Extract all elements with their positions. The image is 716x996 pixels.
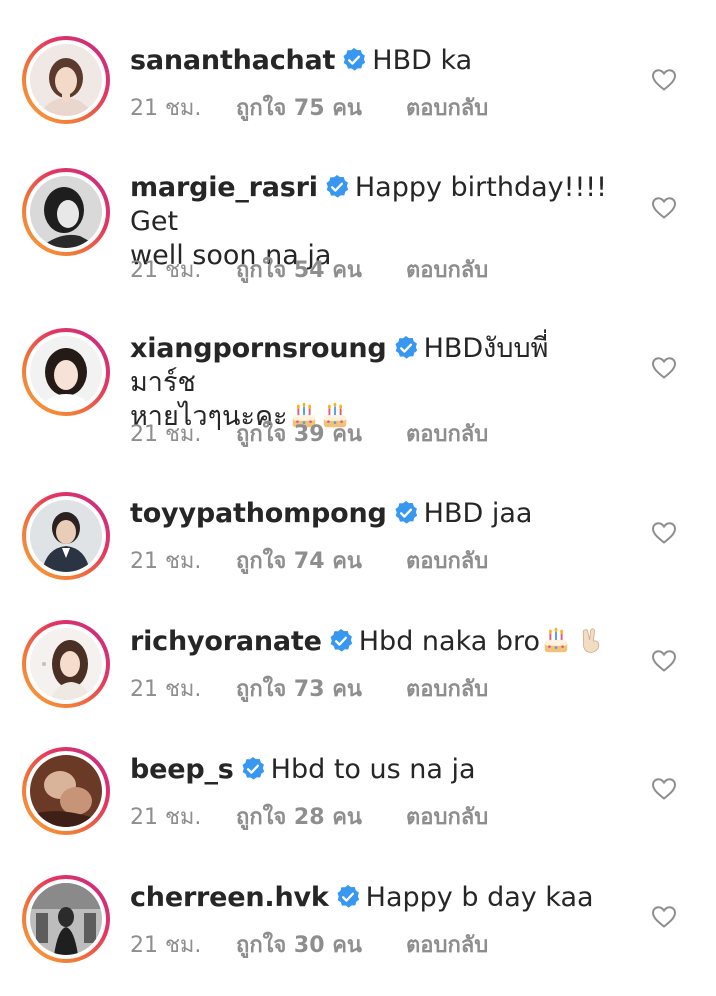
avatar-image xyxy=(30,628,102,700)
comment-username[interactable]: sananthachat xyxy=(130,45,335,76)
comment-text: HBD jaa xyxy=(423,498,533,529)
avatar-story-ring[interactable] xyxy=(22,36,110,124)
comment-meta: 21 ชม. ถูกใจ 54 คน ตอบกลับ xyxy=(130,252,488,287)
comment-meta: 21 ชม. ถูกใจ 73 คน ตอบกลับ xyxy=(130,671,488,706)
avatar[interactable] xyxy=(30,883,102,955)
avatar-image xyxy=(30,336,102,408)
avatar-frame xyxy=(26,332,106,412)
avatar-image xyxy=(30,44,102,116)
comment-text: Hbd to us na ja xyxy=(270,754,476,785)
avatar[interactable] xyxy=(30,176,102,248)
avatar-story-ring[interactable] xyxy=(22,747,110,835)
avatar-story-ring[interactable] xyxy=(22,492,110,580)
verified-badge-icon xyxy=(335,884,361,910)
heart-outline-icon[interactable] xyxy=(651,521,677,545)
avatar-frame xyxy=(26,496,106,576)
comment-username[interactable]: xiangpornsroung xyxy=(130,333,387,364)
comment-meta: 21 ชม. ถูกใจ 74 คน ตอบกลับ xyxy=(130,543,488,578)
comment-body: toyypathompong HBD jaa xyxy=(130,497,610,531)
avatar[interactable] xyxy=(30,44,102,116)
comment-time: 21 ชม. xyxy=(130,677,202,702)
comment-meta: 21 ชม. ถูกใจ 28 คน ตอบกลับ xyxy=(130,799,488,834)
avatar[interactable] xyxy=(30,500,102,572)
reply-button[interactable]: ตอบกลับ xyxy=(406,543,488,578)
comment-meta: 21 ชม. ถูกใจ 39 คน ตอบกลับ xyxy=(130,416,488,451)
comment-meta: 21 ชม. ถูกใจ 75 คน ตอบกลับ xyxy=(130,90,488,125)
comment-username[interactable]: cherreen.hvk xyxy=(130,882,329,913)
verified-badge-icon xyxy=(341,47,367,73)
comment-time: 21 ชม. xyxy=(130,933,202,958)
avatar-story-ring[interactable] xyxy=(22,620,110,708)
verified-badge-icon xyxy=(393,500,419,526)
heart-outline-icon[interactable] xyxy=(651,356,677,380)
avatar-frame xyxy=(26,40,106,120)
reply-button[interactable]: ตอบกลับ xyxy=(406,799,488,834)
comment-likes[interactable]: ถูกใจ 54 คน xyxy=(236,252,406,287)
avatar-image xyxy=(30,176,102,248)
comment-username[interactable]: beep_s xyxy=(130,754,234,785)
reply-button[interactable]: ตอบกลับ xyxy=(406,252,488,287)
comment-username[interactable]: richyoranate xyxy=(130,626,322,657)
avatar-story-ring[interactable] xyxy=(22,328,110,416)
comment-text: Happy b day kaa xyxy=(365,882,594,913)
comment-body: beep_s Hbd to us na ja xyxy=(130,753,610,787)
comment-body: sananthachat HBD ka xyxy=(130,44,610,78)
avatar-image xyxy=(30,755,102,827)
heart-outline-icon[interactable] xyxy=(651,68,677,92)
avatar-frame xyxy=(26,172,106,252)
comment-time: 21 ชม. xyxy=(130,422,202,447)
avatar-frame xyxy=(26,624,106,704)
comment-username[interactable]: toyypathompong xyxy=(130,498,387,529)
heart-outline-icon[interactable] xyxy=(651,905,677,929)
comment-likes[interactable]: ถูกใจ 74 คน xyxy=(236,543,406,578)
comment-time: 21 ชม. xyxy=(130,96,202,121)
avatar[interactable] xyxy=(30,336,102,408)
comment-text: Hbd naka bro xyxy=(358,626,541,657)
comment-likes[interactable]: ถูกใจ 28 คน xyxy=(236,799,406,834)
birthday-cake-emoji xyxy=(541,626,571,656)
verified-badge-icon xyxy=(324,174,350,200)
heart-outline-icon[interactable] xyxy=(651,196,677,220)
reply-button[interactable]: ตอบกลับ xyxy=(406,90,488,125)
comment-time: 21 ชม. xyxy=(130,805,202,830)
reply-button[interactable]: ตอบกลับ xyxy=(406,671,488,706)
comment-likes[interactable]: ถูกใจ 75 คน xyxy=(236,90,406,125)
avatar[interactable] xyxy=(30,628,102,700)
avatar-image xyxy=(30,500,102,572)
victory-hand-emoji xyxy=(577,626,607,656)
avatar-story-ring[interactable] xyxy=(22,168,110,256)
comment-body: cherreen.hvk Happy b day kaa xyxy=(130,881,610,915)
reply-button[interactable]: ตอบกลับ xyxy=(406,416,488,451)
comment-body: richyoranate Hbd naka bro xyxy=(130,625,610,659)
heart-outline-icon[interactable] xyxy=(651,777,677,801)
verified-badge-icon xyxy=(393,335,419,361)
comment-username[interactable]: margie_rasri xyxy=(130,172,318,203)
comment-time: 21 ชม. xyxy=(130,258,202,283)
avatar-frame xyxy=(26,751,106,831)
reply-button[interactable]: ตอบกลับ xyxy=(406,927,488,962)
heart-outline-icon[interactable] xyxy=(651,649,677,673)
avatar-image xyxy=(30,883,102,955)
avatar[interactable] xyxy=(30,755,102,827)
comment-likes[interactable]: ถูกใจ 30 คน xyxy=(236,927,406,962)
avatar-frame xyxy=(26,879,106,959)
comment-time: 21 ชม. xyxy=(130,549,202,574)
comment-likes[interactable]: ถูกใจ 39 คน xyxy=(236,416,406,451)
comment-meta: 21 ชม. ถูกใจ 30 คน ตอบกลับ xyxy=(130,927,488,962)
avatar-story-ring[interactable] xyxy=(22,875,110,963)
comment-likes[interactable]: ถูกใจ 73 คน xyxy=(236,671,406,706)
comment-text: HBD ka xyxy=(372,45,473,76)
verified-badge-icon xyxy=(240,756,266,782)
verified-badge-icon xyxy=(328,628,354,654)
